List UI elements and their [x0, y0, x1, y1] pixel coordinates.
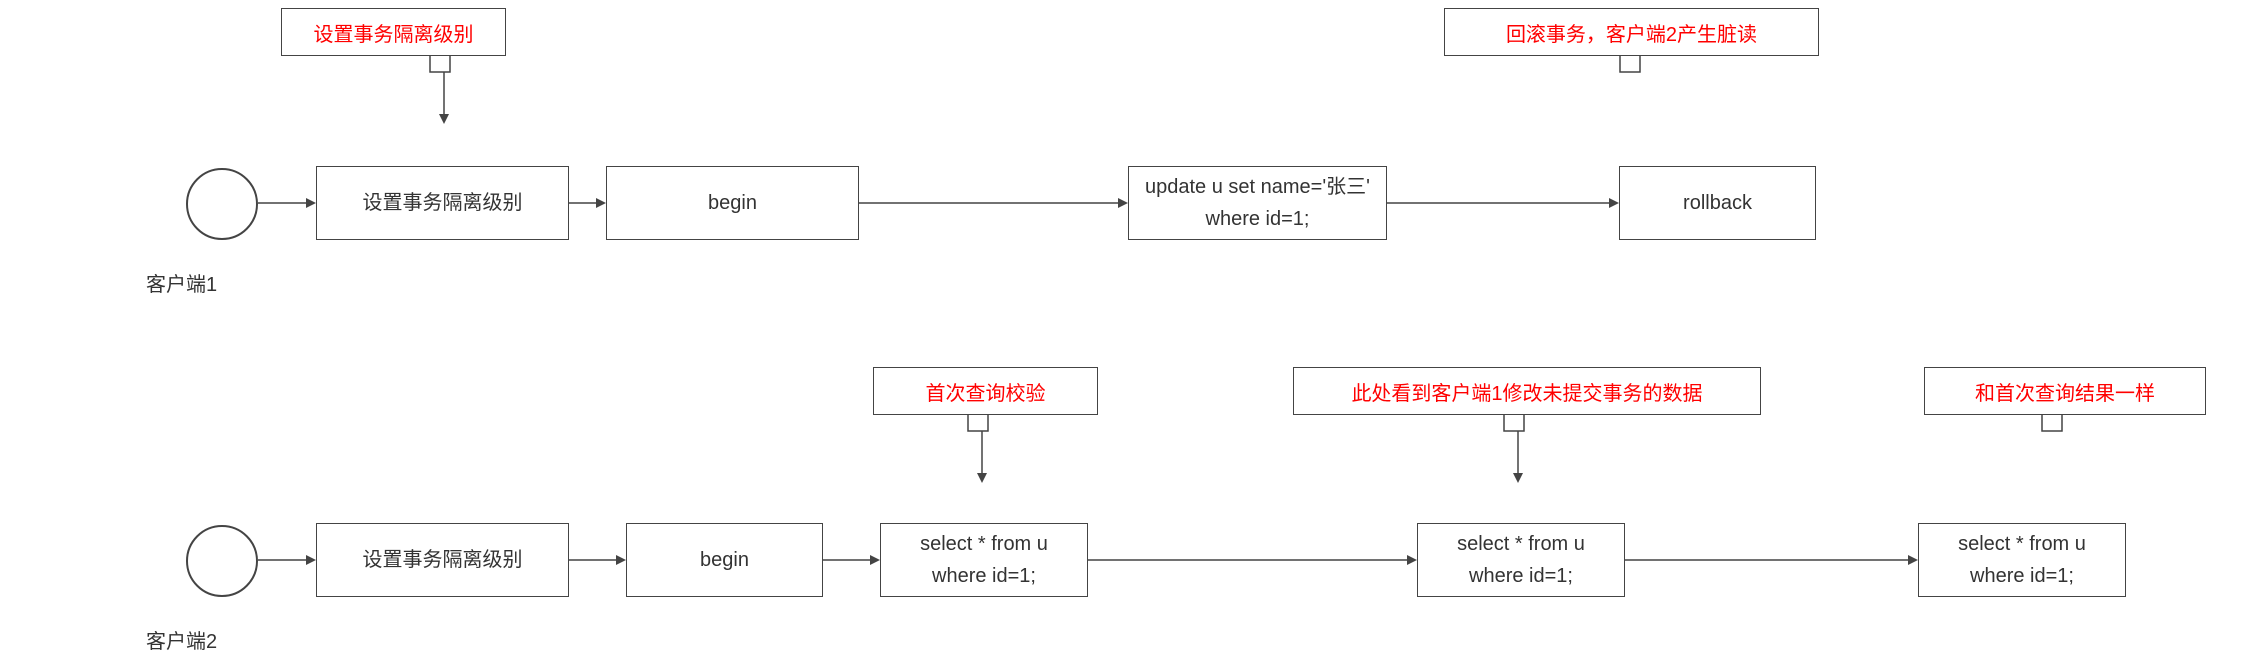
- callout-text: 首次查询校验: [926, 377, 1046, 406]
- box-row2-select2: select * from u where id=1;: [1417, 523, 1625, 597]
- box-text-line1: select * from u: [1457, 528, 1585, 560]
- box-row1-setlevel: 设置事务隔离级别: [316, 166, 569, 240]
- arrow-circle1-box1: [258, 197, 316, 209]
- callout-text: 此处看到客户端1修改未提交事务的数据: [1351, 377, 1702, 406]
- box-text-line1: select * from u: [1958, 528, 2086, 560]
- box-text: rollback: [1683, 187, 1752, 219]
- arrow-r2-box1-box2: [569, 554, 626, 566]
- box-text-line1: update u set name='张三': [1145, 171, 1370, 203]
- callout-row2-firstquery: 首次查询校验: [873, 367, 1098, 415]
- callout-tail-row1-setlevel: [430, 56, 470, 74]
- box-text: 设置事务隔离级别: [363, 187, 523, 219]
- box-row1-update: update u set name='张三' where id=1;: [1128, 166, 1387, 240]
- arrow-callout-row2-1: [976, 431, 988, 483]
- callout-text: 和首次查询结果一样: [1975, 377, 2155, 406]
- box-text: begin: [700, 544, 749, 576]
- box-text-line2: where id=1;: [1970, 560, 2074, 592]
- label-client2: 客户端2: [146, 625, 217, 654]
- callout-text: 回滚事务，客户端2产生脏读: [1506, 18, 1757, 47]
- arrow-box1-box2: [569, 197, 606, 209]
- box-row2-begin: begin: [626, 523, 823, 597]
- box-text: 设置事务隔离级别: [363, 544, 523, 576]
- box-text-line2: where id=1;: [1206, 203, 1310, 235]
- callout-row2-sameresult: 和首次查询结果一样: [1924, 367, 2206, 415]
- circle-client2: [186, 525, 258, 597]
- callout-row1-setlevel: 设置事务隔离级别: [281, 8, 506, 56]
- arrow-r2-box3-box4: [1088, 554, 1417, 566]
- arrow-callout1-to-box1: [438, 72, 450, 124]
- callout-tail-row2-sameresult: [2042, 415, 2082, 433]
- arrow-r2-box2-box3: [823, 554, 880, 566]
- callout-tail-row2-firstquery: [968, 415, 1008, 433]
- box-text: begin: [708, 187, 757, 219]
- arrow-box3-box4: [1387, 197, 1619, 209]
- box-row1-begin: begin: [606, 166, 859, 240]
- box-row1-rollback: rollback: [1619, 166, 1816, 240]
- box-row2-setlevel: 设置事务隔离级别: [316, 523, 569, 597]
- box-row2-select1: select * from u where id=1;: [880, 523, 1088, 597]
- callout-row1-rollback: 回滚事务，客户端2产生脏读: [1444, 8, 1819, 56]
- callout-text: 设置事务隔离级别: [314, 18, 474, 47]
- box-text-line2: where id=1;: [1469, 560, 1573, 592]
- callout-tail-row2-dirtyread: [1504, 415, 1544, 433]
- arrow-circle2-box1: [258, 554, 316, 566]
- callout-tail-row1-rollback: [1620, 56, 1660, 74]
- circle-client1: [186, 168, 258, 240]
- box-text-line2: where id=1;: [932, 560, 1036, 592]
- box-text-line1: select * from u: [920, 528, 1048, 560]
- arrow-callout-row2-2: [1512, 431, 1524, 483]
- box-row2-select3: select * from u where id=1;: [1918, 523, 2126, 597]
- callout-row2-dirtyread: 此处看到客户端1修改未提交事务的数据: [1293, 367, 1761, 415]
- arrow-box2-box3: [859, 197, 1128, 209]
- label-client1: 客户端1: [146, 268, 217, 297]
- arrow-r2-box4-box5: [1625, 554, 1918, 566]
